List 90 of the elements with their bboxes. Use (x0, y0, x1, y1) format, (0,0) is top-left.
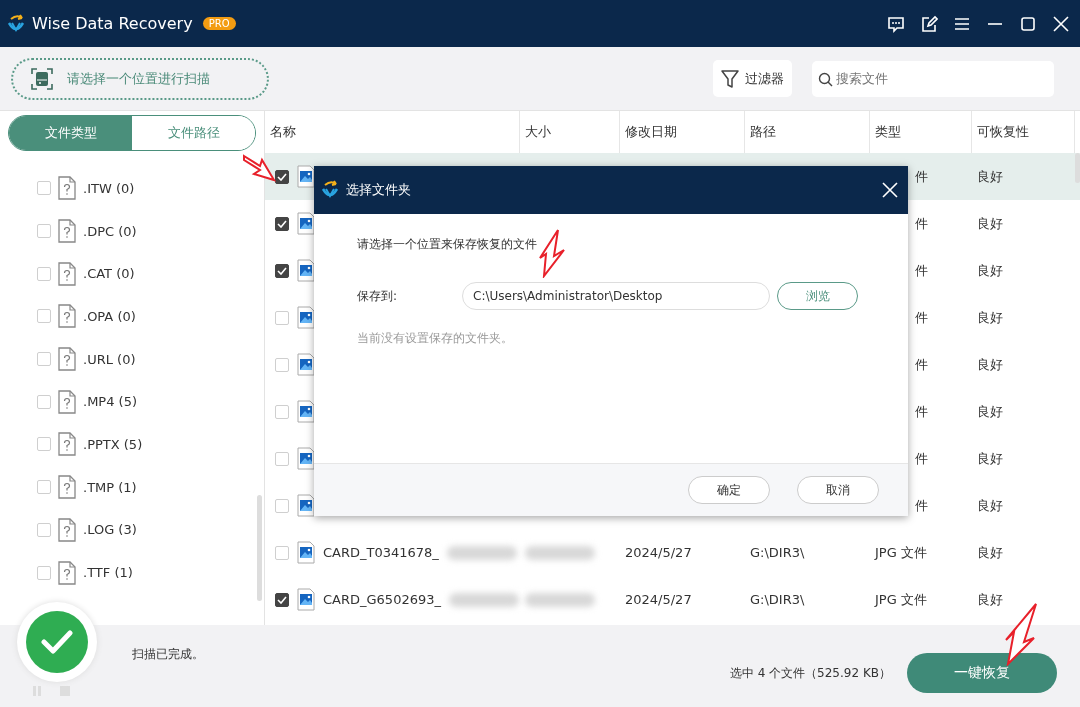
recoverability-cell: 良好 (977, 496, 1003, 515)
file-type-label[interactable]: .TMP (1) (83, 479, 137, 495)
unknown-file-icon (58, 389, 76, 414)
unknown-file-icon (58, 304, 76, 329)
file-type-label[interactable]: .CAT (0) (83, 266, 135, 282)
close-button[interactable] (882, 182, 898, 198)
unknown-file-icon (58, 261, 76, 286)
scrollbar[interactable] (257, 495, 262, 601)
file-type-label[interactable]: .OPA (0) (83, 308, 136, 324)
checkbox[interactable] (275, 592, 289, 607)
filter-icon (721, 68, 739, 89)
recover-button[interactable]: 一键恢复 (907, 653, 1057, 693)
dialog-title: 选择文件夹 (346, 181, 411, 199)
recoverability-cell: 良好 (977, 214, 1003, 233)
image-file-icon (297, 165, 315, 188)
file-type-label[interactable]: .ITW (0) (83, 180, 135, 196)
annotation-arrow (536, 228, 566, 278)
recoverability-cell: 良好 (977, 167, 1003, 186)
type-cell: 件 (915, 167, 928, 186)
date-cell: 2024/5/27 (625, 545, 692, 560)
drive-icon (31, 67, 53, 90)
pro-badge: PRO (202, 17, 236, 30)
file-type-label[interactable]: .LOG (3) (83, 522, 137, 538)
unknown-file-icon (58, 517, 76, 542)
browse-button[interactable]: 浏览 (777, 282, 858, 310)
type-cell: 件 (915, 449, 928, 468)
path-cell: G:\DIR3\ (750, 545, 805, 560)
chat-icon[interactable] (887, 14, 905, 33)
checkmark-icon (41, 629, 73, 655)
search-icon (818, 71, 833, 87)
unknown-file-icon (58, 347, 76, 372)
file-type-label[interactable]: .DPC (0) (83, 223, 137, 239)
annotation-arrow (242, 152, 276, 182)
selection-summary: 选中 4 个文件（525.92 KB） (729, 665, 891, 682)
stop-icon[interactable] (60, 686, 70, 696)
type-cell: 件 (915, 402, 928, 421)
search-field[interactable]: 搜索文件 (812, 60, 1054, 97)
image-file-icon (297, 541, 315, 564)
recoverability-cell: 良好 (977, 402, 1003, 421)
close-icon[interactable] (1052, 14, 1070, 33)
unknown-file-icon (58, 176, 76, 201)
recoverability-cell: 良好 (977, 590, 1003, 609)
sidebar-tab[interactable]: 文件类型 (9, 116, 132, 150)
edit-icon[interactable] (920, 14, 938, 33)
filter-button[interactable]: 过滤器 (713, 60, 792, 97)
dialog-note: 当前没有设置保存的文件夹。 (357, 330, 514, 347)
dialog-button[interactable]: 确定 (688, 476, 770, 504)
status-message: 扫描已完成。 (132, 646, 204, 663)
type-cell: 件 (915, 308, 928, 327)
checkbox[interactable] (275, 169, 289, 184)
dialog-prompt: 请选择一个位置来保存恢复的文件 (357, 236, 538, 253)
checkbox[interactable] (275, 216, 289, 231)
file-type-label[interactable]: .PPTX (5) (83, 436, 143, 452)
type-cell: 件 (915, 355, 928, 374)
type-cell: JPG 文件 (875, 590, 927, 609)
blurred-text (449, 592, 519, 607)
type-cell: 件 (915, 214, 928, 233)
recoverability-cell: 良好 (977, 261, 1003, 280)
file-type-label[interactable]: .TTF (1) (83, 565, 133, 581)
unknown-file-icon (58, 219, 76, 244)
path-field[interactable]: C:\Users\Administrator\Desktop (462, 282, 770, 310)
close-icon (882, 182, 898, 198)
annotation-arrow (1002, 602, 1040, 666)
app-title: Wise Data Recovery (32, 14, 193, 33)
recoverability-cell: 良好 (977, 308, 1003, 327)
file-type-label[interactable]: .MP4 (5) (83, 394, 137, 410)
path-cell: G:\DIR3\ (750, 592, 805, 607)
recoverability-cell: 良好 (977, 355, 1003, 374)
maximize-icon[interactable] (1019, 14, 1037, 33)
scrollbar[interactable] (1075, 153, 1080, 183)
image-file-icon (297, 588, 315, 611)
unknown-file-icon (58, 432, 76, 457)
date-cell: 2024/5/27 (625, 592, 692, 607)
scan-location-button[interactable]: 请选择一个位置进行扫描 (11, 57, 269, 100)
file-name: CARD_G6502693_ (323, 592, 441, 607)
checkbox[interactable] (275, 263, 289, 278)
recoverability-cell: 良好 (977, 543, 1003, 562)
file-name: CARD_T0341678_ (323, 545, 439, 560)
unknown-file-icon (58, 560, 76, 585)
blurred-text (446, 545, 517, 560)
type-cell: JPG 文件 (875, 543, 927, 562)
dialog-button[interactable]: 取消 (797, 476, 879, 504)
field-label: 保存到: (357, 287, 399, 305)
unknown-file-icon (58, 475, 76, 500)
file-type-label[interactable]: .URL (0) (83, 351, 136, 367)
type-cell: 件 (915, 261, 928, 280)
blurred-text (525, 592, 595, 607)
blurred-text (525, 545, 595, 560)
type-cell: 件 (915, 496, 928, 515)
recoverability-cell: 良好 (977, 449, 1003, 468)
